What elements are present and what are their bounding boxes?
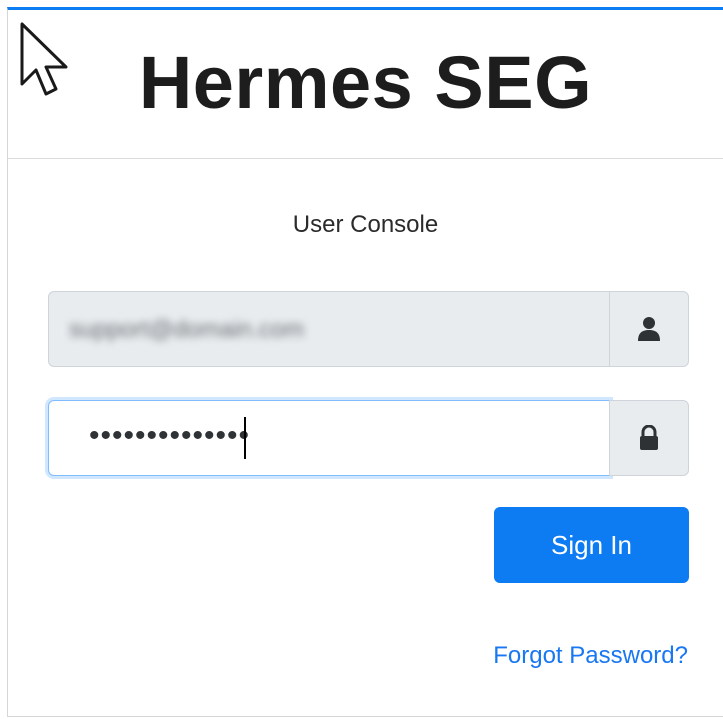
console-label: User Console bbox=[292, 211, 439, 238]
lock-icon bbox=[640, 425, 658, 450]
login-card: Hermes SEG User Console support@domain.c… bbox=[7, 7, 723, 717]
brand-title: Hermes SEG bbox=[138, 41, 593, 124]
username-value: support@domain.com bbox=[69, 316, 305, 343]
password-mask: •••••••••••••• bbox=[89, 419, 251, 452]
sign-in-button[interactable]: Sign In bbox=[494, 507, 689, 583]
lock-addon bbox=[609, 400, 689, 476]
password-field[interactable]: •••••••••••••• bbox=[48, 400, 610, 476]
user-icon bbox=[638, 317, 660, 341]
text-caret bbox=[244, 417, 246, 459]
username-group: support@domain.com bbox=[48, 291, 689, 367]
password-group: •••••••••••••• bbox=[48, 400, 689, 476]
username-field[interactable]: support@domain.com bbox=[48, 291, 610, 367]
user-addon bbox=[609, 291, 689, 367]
card-header: Hermes SEG bbox=[8, 10, 723, 159]
forgot-password-link[interactable]: Forgot Password? bbox=[493, 642, 688, 670]
mouse-pointer-icon bbox=[20, 22, 68, 96]
